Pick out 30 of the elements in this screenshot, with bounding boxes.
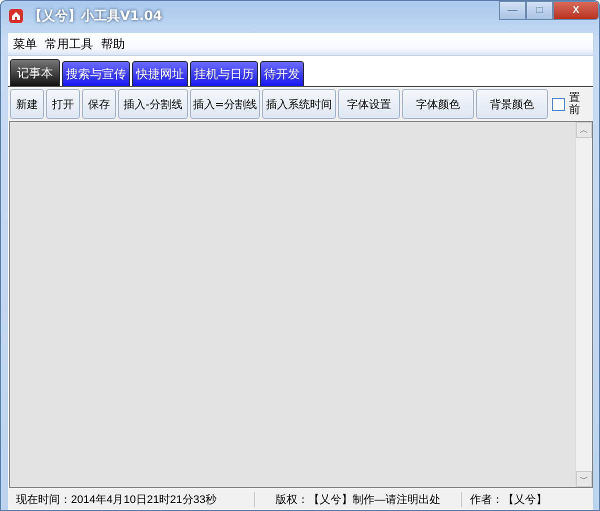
toolbar-button[interactable]: 插入系统时间 [262,89,336,119]
menu-item[interactable]: 常用工具 [45,36,93,52]
maximize-button[interactable]: □ [526,1,553,20]
toolbar-button[interactable]: 插入=分割线 [190,89,260,119]
close-button[interactable]: X [553,1,599,20]
status-text: 作者：【乂兮】 [469,492,548,506]
menu-item[interactable]: 菜单 [13,36,37,52]
toolbar-button[interactable]: 插入-分割线 [118,89,188,119]
tab[interactable]: 快捷网址 [132,61,188,86]
toolbar-button[interactable]: 新建 [10,89,44,119]
toolbar-button[interactable]: 字体设置 [338,89,400,119]
scroll-up-button[interactable]: ︿ [576,122,592,138]
tab[interactable]: 挂机与日历 [190,61,258,86]
checkbox-label: 置前 [569,92,580,116]
tab[interactable]: 搜索与宣传 [62,61,130,86]
checkbox[interactable] [552,98,565,110]
toolbar-button[interactable]: 保存 [82,89,116,119]
minimize-button[interactable]: — [499,1,526,20]
scrollbar[interactable]: ︿ ﹀ [575,122,592,487]
toolbar-button[interactable]: 字体颜色 [402,89,474,119]
toolbar-button[interactable]: 背景颜色 [476,89,548,119]
house-icon [9,9,23,23]
status-text: 版权：【乂兮】制作—请注明出处 [255,492,462,506]
scroll-down-button[interactable]: ﹀ [576,471,592,487]
tab[interactable]: 待开发 [260,61,304,86]
tab[interactable]: 记事本 [10,59,60,86]
window-title: 【乂兮】小工具V1.04 [29,8,162,25]
menu-item[interactable]: 帮助 [101,36,125,52]
status-text: 现在时间：2014年4月10日21时21分33秒 [8,492,255,506]
toolbar-button[interactable]: 打开 [46,89,80,119]
